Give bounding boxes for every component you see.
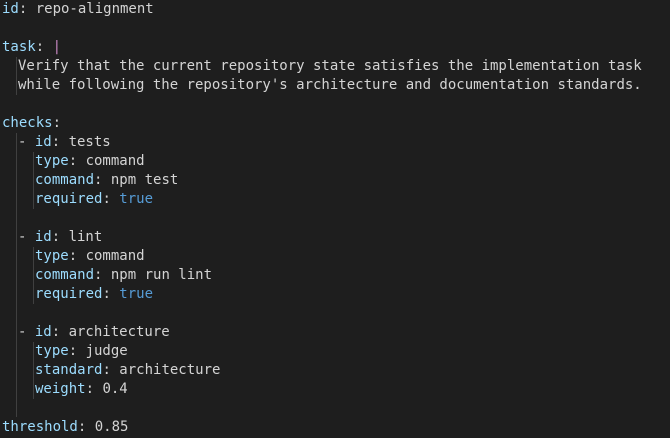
yaml-number: 0.4 — [102, 381, 128, 397]
yaml-key: weight — [35, 381, 86, 397]
list-dash: - — [18, 229, 35, 245]
task-text-line: while following the repository's archite… — [18, 77, 642, 93]
indent-guide — [33, 247, 34, 304]
indent-guide — [16, 133, 17, 417]
yaml-value: command — [85, 153, 145, 169]
list-dash: - — [18, 324, 35, 340]
colon: : — [35, 39, 53, 55]
yaml-boolean: true — [119, 286, 154, 302]
yaml-key: id — [34, 229, 52, 245]
yaml-value: npm test — [110, 172, 179, 188]
check-field-line: type: command — [35, 247, 145, 266]
colon: : — [77, 419, 95, 435]
colon: : — [68, 343, 86, 359]
check-field-line: command: npm test — [35, 171, 178, 190]
check-field-line: command: npm run lint — [35, 266, 212, 285]
block-scalar-indicator: | — [52, 39, 62, 55]
yaml-key: type — [35, 248, 69, 264]
list-dash: - — [18, 134, 35, 150]
yaml-value: repo-alignment — [35, 1, 154, 17]
colon: : — [51, 134, 69, 150]
indent-guide — [16, 57, 17, 95]
check-field-line: required: true — [35, 190, 153, 209]
colon: : — [94, 267, 111, 283]
check-id-line: - id: architecture — [18, 323, 170, 342]
check-id-line: - id: tests — [18, 133, 111, 152]
colon: : — [102, 191, 120, 207]
yaml-key: checks — [2, 115, 53, 131]
colon: : — [102, 286, 120, 302]
yaml-key: threshold — [2, 419, 78, 435]
code-line-id: id: repo-alignment — [2, 0, 154, 19]
yaml-value: judge — [85, 343, 128, 359]
yaml-value: tests — [68, 134, 111, 150]
yaml-key: required — [35, 286, 103, 302]
yaml-key: required — [35, 191, 103, 207]
yaml-value: command — [85, 248, 145, 264]
yaml-value: npm run lint — [110, 267, 213, 283]
yaml-key: type — [35, 343, 69, 359]
indent-guide — [33, 342, 34, 399]
yaml-key: id — [2, 1, 19, 17]
colon: : — [85, 381, 103, 397]
check-field-line: type: command — [35, 152, 145, 171]
colon: : — [68, 153, 86, 169]
check-field-line: standard: architecture — [35, 361, 220, 380]
yaml-key: standard — [35, 362, 103, 378]
indent-guide — [33, 152, 34, 209]
colon: : — [18, 1, 36, 17]
yaml-value: architecture — [119, 362, 221, 378]
code-line-task: task: | — [2, 38, 61, 57]
yaml-key: id — [34, 134, 52, 150]
colon: : — [68, 248, 86, 264]
check-id-line: - id: lint — [18, 228, 102, 247]
code-line-threshold: threshold: 0.85 — [2, 418, 128, 437]
colon: : — [51, 229, 69, 245]
yaml-key: id — [34, 324, 52, 340]
yaml-value: lint — [68, 229, 103, 245]
colon: : — [51, 324, 69, 340]
colon: : — [102, 362, 120, 378]
yaml-key: command — [35, 172, 95, 188]
code-line-checks: checks: — [2, 114, 61, 133]
colon: : — [94, 172, 111, 188]
check-field-line: required: true — [35, 285, 153, 304]
check-field-line: type: judge — [35, 342, 128, 361]
check-field-line: weight: 0.4 — [35, 380, 128, 399]
task-text-line: Verify that the current repository state… — [18, 58, 642, 74]
yaml-number: 0.85 — [94, 419, 129, 435]
colon: : — [52, 115, 62, 131]
yaml-key: task — [2, 39, 36, 55]
yaml-boolean: true — [119, 191, 154, 207]
yaml-key: command — [35, 267, 95, 283]
yaml-key: type — [35, 153, 69, 169]
code-editor[interactable]: id: repo-alignment task: | Verify that t… — [0, 0, 670, 438]
yaml-value: architecture — [68, 324, 170, 340]
